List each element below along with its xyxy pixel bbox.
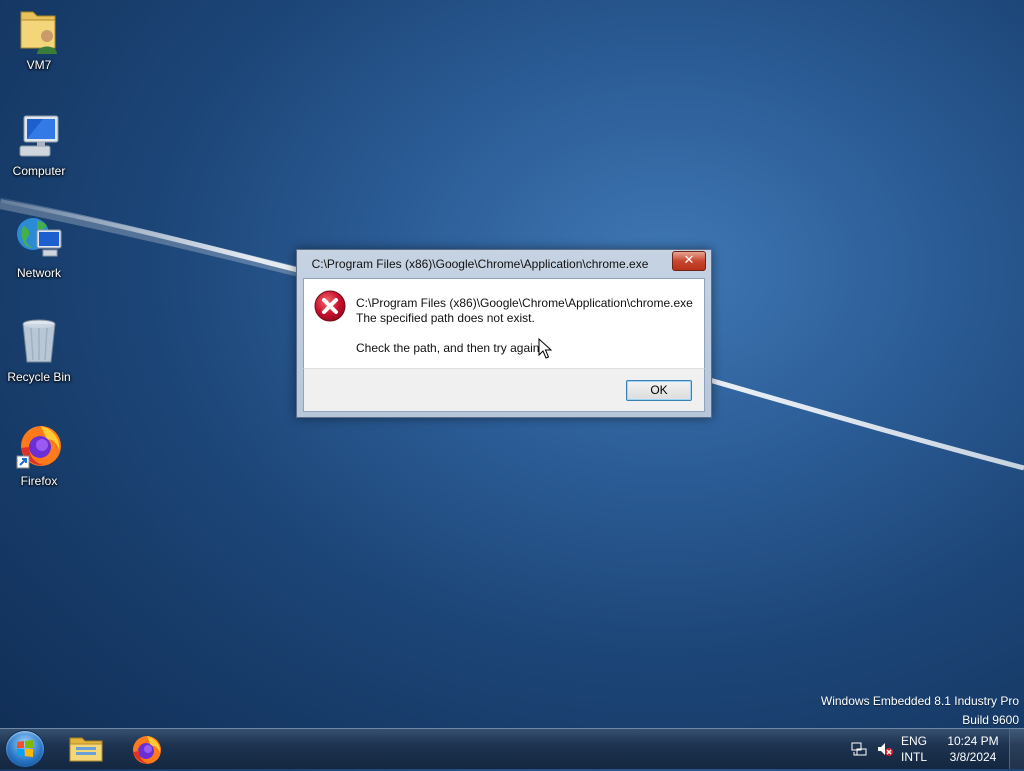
dialog-message: C:\Program Files (x86)\Google\Chrome\App…	[356, 296, 693, 356]
desktop-icon-label: Computer	[12, 164, 66, 178]
firefox-icon	[133, 736, 161, 764]
desktop-icon-label: Firefox	[20, 474, 58, 488]
start-button[interactable]	[6, 731, 44, 767]
windows-logo-icon	[17, 740, 33, 757]
error-icon	[314, 290, 346, 322]
taskbar: ENG INTL 10:24 PM 3/8/2024	[0, 728, 1024, 769]
mouse-cursor-icon	[538, 338, 552, 359]
message-hint: Check the path, and then try again.	[356, 341, 543, 355]
close-button[interactable]: ✕	[672, 251, 706, 271]
volume-muted-icon[interactable]	[876, 741, 894, 757]
desktop-icon-label: Recycle Bin	[7, 370, 71, 384]
os-build: Build 9600	[962, 713, 1019, 727]
clock[interactable]: 10:24 PM 3/8/2024	[940, 733, 1006, 765]
network-status-icon[interactable]	[851, 741, 867, 757]
user-folder-icon	[15, 6, 63, 54]
input-language-indicator[interactable]: ENG INTL	[896, 733, 932, 765]
system-tray: ENG INTL 10:24 PM 3/8/2024	[824, 729, 1024, 769]
dialog-titlebar[interactable]: C:\Program Files (x86)\Google\Chrome\App…	[297, 250, 711, 278]
os-edition: Windows Embedded 8.1 Industry Pro	[820, 694, 1019, 708]
message-path: C:\Program Files (x86)\Google\Chrome\App…	[356, 296, 693, 310]
keyboard-layout: INTL	[900, 750, 927, 764]
network-icon	[15, 214, 63, 262]
desktop-icon-recycle-bin[interactable]: Recycle Bin	[0, 318, 78, 384]
firefox-icon	[15, 422, 63, 470]
error-dialog: C:\Program Files (x86)\Google\Chrome\App…	[296, 249, 712, 418]
desktop-icon-network[interactable]: Network	[0, 214, 78, 280]
message-error: The specified path does not exist.	[356, 311, 535, 325]
computer-icon	[15, 112, 63, 160]
desktop-icon-vm7[interactable]: VM7	[0, 6, 78, 72]
dialog-footer: OK	[303, 368, 705, 412]
show-desktop-button[interactable]	[1009, 729, 1024, 769]
language-code: ENG	[900, 734, 927, 748]
ok-button[interactable]: OK	[626, 380, 692, 401]
dialog-title: C:\Program Files (x86)\Google\Chrome\App…	[311, 257, 649, 271]
desktop-icon-firefox[interactable]: Firefox	[0, 422, 78, 488]
desktop-icon-computer[interactable]: Computer	[0, 112, 78, 178]
clock-date: 3/8/2024	[949, 750, 997, 764]
close-icon: ✕	[683, 253, 695, 268]
recycle-bin-icon	[15, 318, 63, 366]
desktop-icon-label: Network	[16, 266, 61, 280]
file-explorer-icon	[69, 737, 103, 762]
desktop-icon-label: VM7	[26, 58, 52, 72]
clock-time: 10:24 PM	[947, 734, 999, 748]
os-watermark: Windows Embedded 8.1 Industry Pro Build …	[821, 692, 1019, 728]
taskbar-firefox[interactable]	[124, 732, 168, 766]
dialog-body: C:\Program Files (x86)\Google\Chrome\App…	[303, 278, 705, 369]
taskbar-file-explorer[interactable]	[64, 732, 108, 766]
desktop: VM7 Computer Network Recycle Bin Firefox…	[0, 0, 1024, 728]
